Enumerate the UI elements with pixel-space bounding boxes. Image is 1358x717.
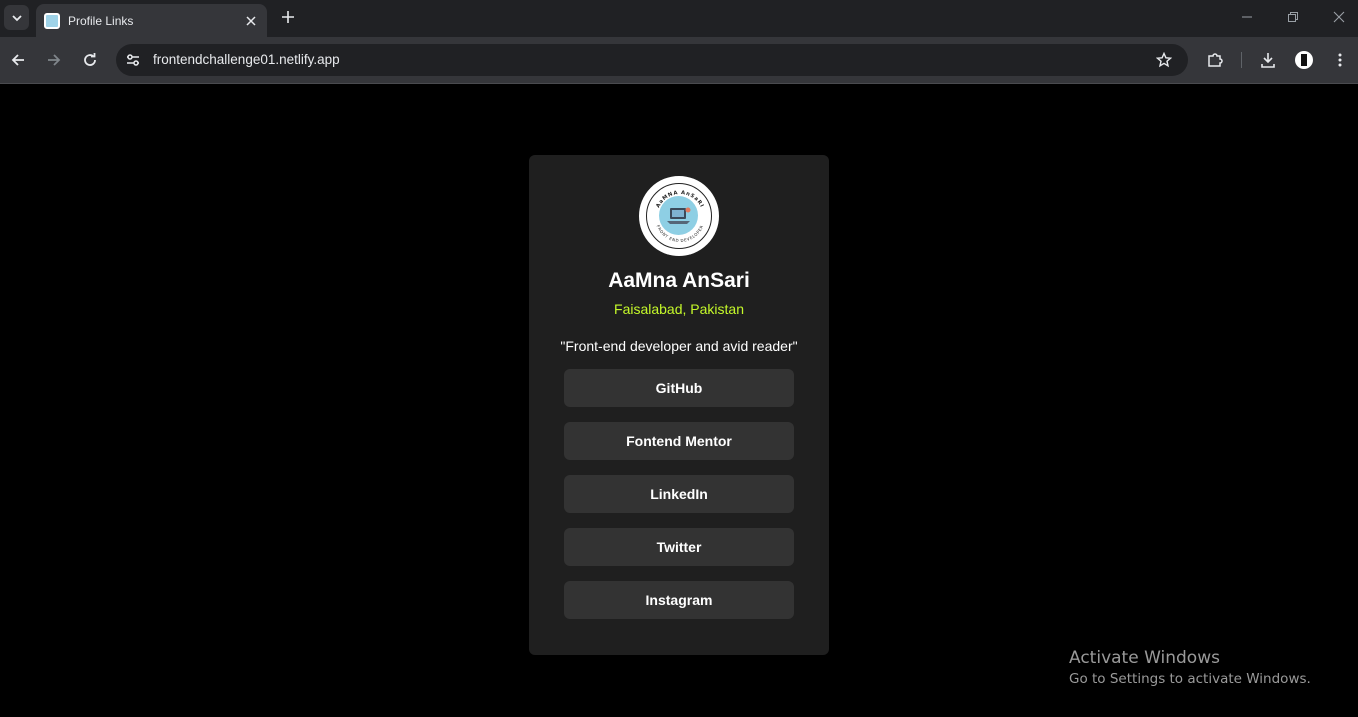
puzzle-icon xyxy=(1208,53,1223,67)
tune-icon xyxy=(127,54,139,66)
bookmark-button[interactable] xyxy=(1154,50,1174,70)
laptop-icon xyxy=(667,207,691,224)
arrow-right-icon xyxy=(48,54,61,66)
address-bar[interactable]: frontendchallenge01.netlify.app xyxy=(116,44,1188,76)
more-vertical-icon xyxy=(1338,53,1342,67)
close-icon xyxy=(1333,11,1345,23)
chevron-down-icon xyxy=(11,14,22,21)
profile-card: AaMNA AnSaRI FRONT END DEVELOPER AaMna A… xyxy=(529,155,829,655)
download-icon xyxy=(1261,53,1275,68)
plus-icon xyxy=(282,11,294,23)
restore-icon xyxy=(1288,12,1298,22)
minimize-button[interactable] xyxy=(1236,7,1258,27)
restore-button[interactable] xyxy=(1282,7,1304,27)
menu-button[interactable] xyxy=(1330,50,1350,70)
active-tab[interactable]: Profile Links xyxy=(36,4,267,37)
extensions-button[interactable] xyxy=(1205,50,1225,70)
forward-button[interactable] xyxy=(44,50,64,70)
site-info-button[interactable] xyxy=(123,50,143,70)
tab-bar: Profile Links xyxy=(0,0,1358,37)
github-link-button[interactable]: GitHub xyxy=(564,369,794,407)
twitter-link-button[interactable]: Twitter xyxy=(564,528,794,566)
avatar: AaMNA AnSaRI FRONT END DEVELOPER xyxy=(639,176,719,256)
tab-search-button[interactable] xyxy=(4,5,29,30)
back-button[interactable] xyxy=(8,50,28,70)
tab-close-button[interactable] xyxy=(241,11,261,31)
profile-name: AaMna AnSari xyxy=(608,269,750,292)
profile-location: Faisalabad, Pakistan xyxy=(614,301,744,317)
avatar-illustration xyxy=(659,196,698,235)
tab-title: Profile Links xyxy=(68,13,134,28)
page-viewport: AaMNA AnSaRI FRONT END DEVELOPER AaMna A… xyxy=(0,84,1358,717)
frontend-mentor-link-button[interactable]: Fontend Mentor xyxy=(564,422,794,460)
avatar-logo: AaMNA AnSaRI FRONT END DEVELOPER xyxy=(646,183,712,249)
new-tab-button[interactable] xyxy=(278,7,298,27)
linkedin-link-button[interactable]: LinkedIn xyxy=(564,475,794,513)
profile-bio: "Front-end developer and avid reader" xyxy=(560,338,798,354)
close-window-button[interactable] xyxy=(1328,7,1350,27)
downloads-button[interactable] xyxy=(1258,50,1278,70)
social-links: GitHub Fontend Mentor LinkedIn Twitter I… xyxy=(564,369,794,634)
watermark-title: Activate Windows xyxy=(1069,648,1220,668)
browser-toolbar: frontendchallenge01.netlify.app xyxy=(0,37,1358,83)
reload-button[interactable] xyxy=(80,50,100,70)
watermark-subtitle: Go to Settings to activate Windows. xyxy=(1069,671,1311,687)
star-icon xyxy=(1156,52,1172,68)
toolbar-divider xyxy=(1241,52,1242,68)
activate-windows-watermark: Activate Windows Go to Settings to activ… xyxy=(1069,648,1311,687)
favicon-icon xyxy=(44,12,60,29)
close-icon xyxy=(246,15,256,26)
profile-button[interactable] xyxy=(1294,50,1314,70)
url-text: frontendchallenge01.netlify.app xyxy=(153,52,340,67)
arrow-left-icon xyxy=(11,54,24,66)
instagram-link-button[interactable]: Instagram xyxy=(564,581,794,619)
reload-icon xyxy=(84,53,96,66)
avatar-icon xyxy=(1295,51,1313,69)
minimize-icon xyxy=(1242,16,1252,18)
